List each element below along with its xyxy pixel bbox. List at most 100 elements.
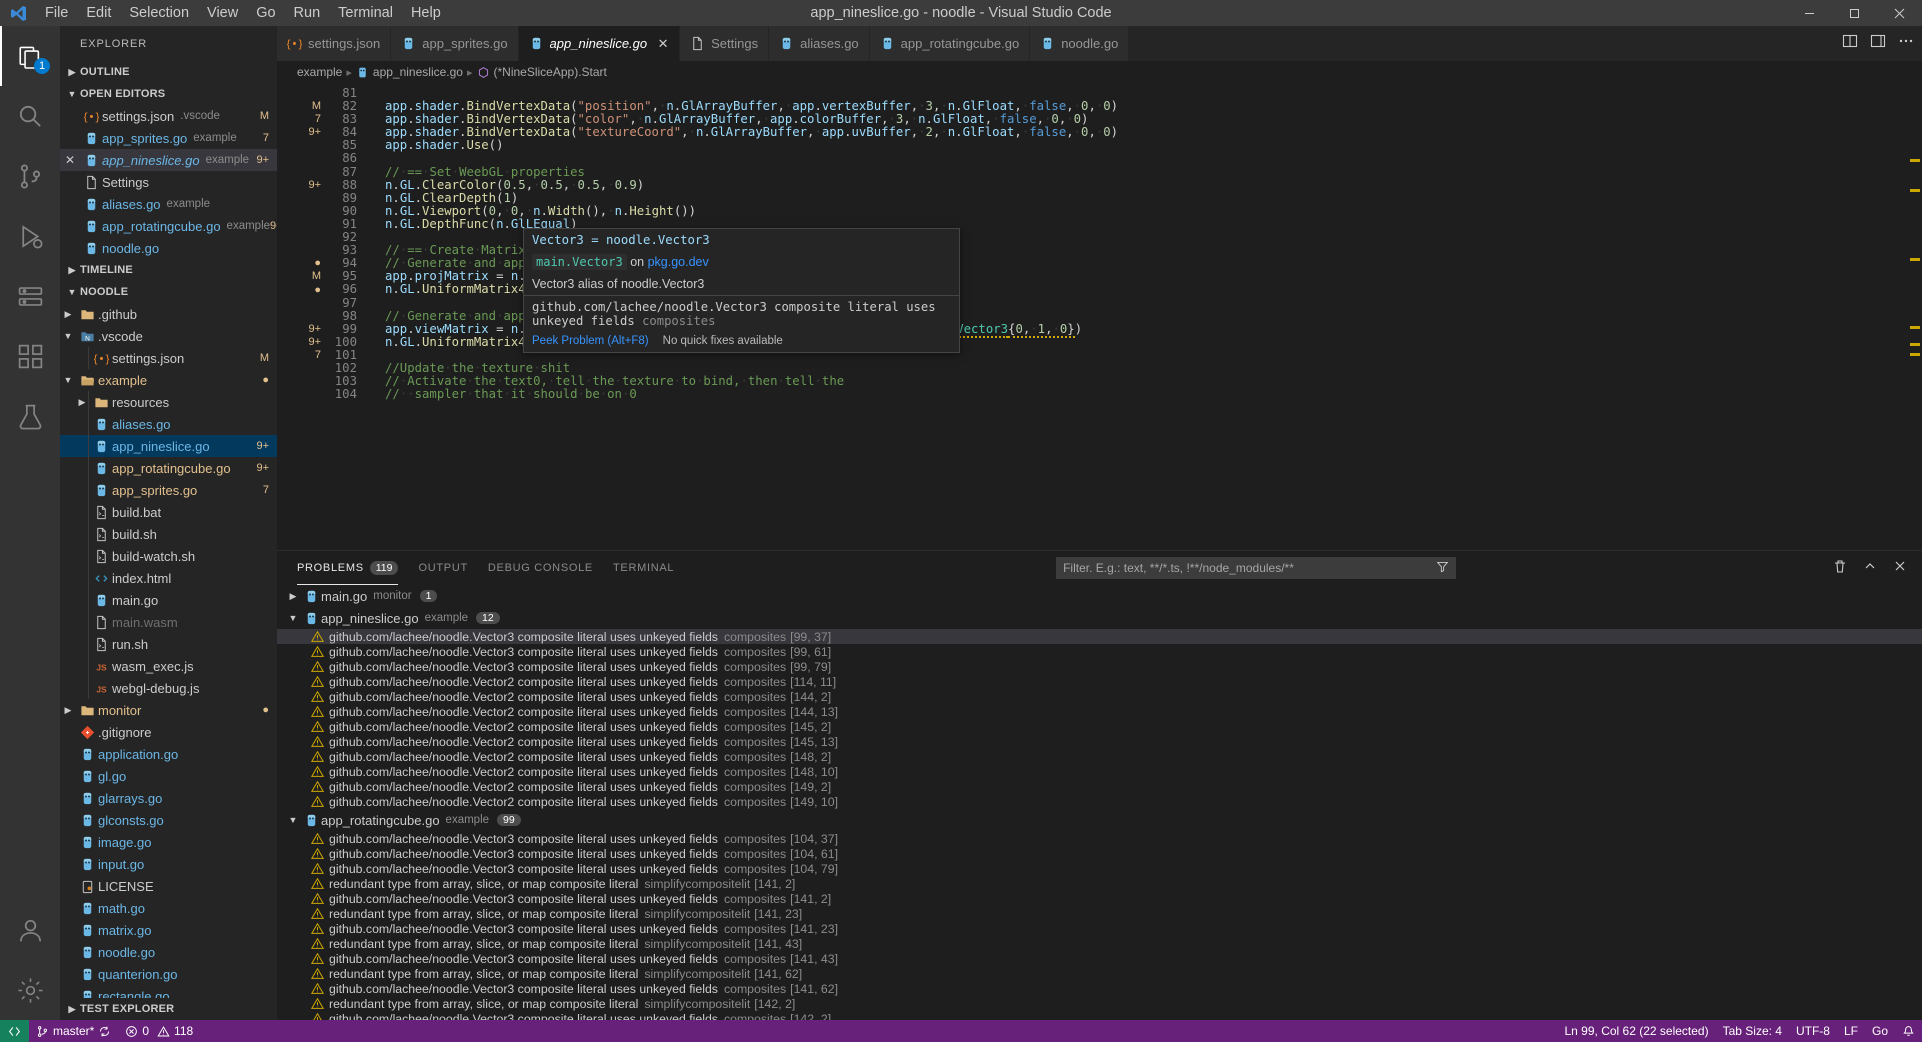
problem-row[interactable]: github.com/lachee/noodle.Vector3 composi… — [277, 831, 1922, 846]
tree-file-license[interactable]: LICENSE — [60, 875, 277, 897]
panel-tab-output[interactable]: OUTPUT — [418, 551, 467, 585]
tree-folder-resources[interactable]: ▶ resources — [60, 391, 277, 413]
filter-icon[interactable] — [1436, 560, 1449, 576]
problem-group-app-rotatingcube-go[interactable]: ▼ app_rotatingcube.go example 99 — [277, 809, 1922, 831]
menu-run[interactable]: Run — [285, 0, 330, 26]
tab-noodle-go[interactable]: noodle.go — [1030, 26, 1130, 61]
clear-problems-icon[interactable] — [1832, 558, 1848, 579]
problem-row[interactable]: github.com/lachee/noodle.Vector2 composi… — [277, 719, 1922, 734]
tree-file-matrix-go[interactable]: matrix.go — [60, 919, 277, 941]
tree-folder-example[interactable]: ▼ example ● — [60, 369, 277, 391]
tab-app-nineslice-go[interactable]: app_nineslice.go ✕ — [518, 26, 681, 61]
close-editor-icon[interactable]: ✕ — [60, 153, 80, 167]
more-actions-icon[interactable] — [1898, 33, 1914, 54]
tab-app-sprites-go[interactable]: app_sprites.go — [391, 26, 519, 61]
tree-file-app-sprites-go[interactable]: app_sprites.go 7 — [60, 479, 277, 501]
tab-aliases-go[interactable]: aliases.go — [769, 26, 870, 61]
tree-file-main-wasm[interactable]: main.wasm — [60, 611, 277, 633]
chevron-down-icon[interactable]: ▼ — [285, 613, 301, 623]
activity-accounts-icon[interactable] — [0, 900, 60, 960]
problem-row[interactable]: github.com/lachee/noodle.Vector3 composi… — [277, 861, 1922, 876]
breadcrumb[interactable]: example ▸ app_nineslice.go ▸ (*NineSlice… — [277, 61, 1922, 83]
activity-testing-icon[interactable] — [0, 386, 60, 446]
problem-row[interactable]: github.com/lachee/noodle.Vector3 composi… — [277, 629, 1922, 644]
tree-file-app-rotatingcube-go[interactable]: app_rotatingcube.go 9+ — [60, 457, 277, 479]
tree-file-wasm-exec-js[interactable]: JS wasm_exec.js — [60, 655, 277, 677]
menu-go[interactable]: Go — [247, 0, 284, 26]
problem-row[interactable]: github.com/lachee/noodle.Vector3 composi… — [277, 981, 1922, 996]
close-button[interactable] — [1877, 0, 1922, 26]
tab-app-rotatingcube-go[interactable]: app_rotatingcube.go — [869, 26, 1031, 61]
editor-scrollbar[interactable] — [1908, 83, 1922, 550]
chevron-right-icon[interactable]: ▶ — [60, 309, 76, 320]
problem-group-app-nineslice-go[interactable]: ▼ app_nineslice.go example 12 — [277, 607, 1922, 629]
menu-file[interactable]: File — [36, 0, 77, 26]
panel-tab-debug-console[interactable]: DEBUG CONSOLE — [488, 551, 593, 585]
breadcrumb-item-file[interactable]: app_nineslice.go — [356, 65, 463, 79]
tab-close-icon[interactable]: ✕ — [657, 36, 669, 52]
tree-file-glconsts-go[interactable]: glconsts.go — [60, 809, 277, 831]
tree-file-webgl-debug-js[interactable]: JS webgl-debug.js — [60, 677, 277, 699]
tree-file-math-go[interactable]: math.go — [60, 897, 277, 919]
activity-source-control-icon[interactable] — [0, 146, 60, 206]
layout-icon[interactable] — [1870, 33, 1886, 54]
status-eol[interactable]: LF — [1837, 1020, 1865, 1042]
tree-file-glarrays-go[interactable]: glarrays.go — [60, 787, 277, 809]
panel-tab-problems[interactable]: PROBLEMS 119 — [297, 551, 399, 585]
section-timeline[interactable]: ▶ TIMELINE — [60, 259, 277, 281]
problem-row[interactable]: redundant type from array, slice, or map… — [277, 936, 1922, 951]
open-editor-app_sprites-go[interactable]: app_sprites.go example 7 — [60, 127, 277, 149]
problem-row[interactable]: redundant type from array, slice, or map… — [277, 996, 1922, 1011]
tree-file-rectangle-go[interactable]: rectangle.go — [60, 985, 277, 998]
tree-file-aliases-go[interactable]: aliases.go — [60, 413, 277, 435]
chevron-down-icon[interactable]: ▼ — [60, 375, 76, 385]
problem-row[interactable]: github.com/lachee/noodle.Vector2 composi… — [277, 734, 1922, 749]
tree-file-noodle-go[interactable]: noodle.go — [60, 941, 277, 963]
activity-remote-explorer-icon[interactable] — [0, 266, 60, 326]
problem-row[interactable]: github.com/lachee/noodle.Vector3 composi… — [277, 891, 1922, 906]
problem-row[interactable]: github.com/lachee/noodle.Vector2 composi… — [277, 764, 1922, 779]
problems-filter-input[interactable]: Filter. E.g.: text, **/*.ts, !**/node_mo… — [1056, 557, 1457, 579]
tree-file-input-go[interactable]: input.go — [60, 853, 277, 875]
maximize-panel-icon[interactable] — [1862, 558, 1878, 579]
tree-file-index-html[interactable]: index.html — [60, 567, 277, 589]
tree-file-main-go[interactable]: main.go — [60, 589, 277, 611]
chevron-right-icon[interactable]: ▶ — [60, 705, 76, 716]
breadcrumb-item-symbol[interactable]: (*NineSliceApp).Start — [477, 65, 607, 79]
open-editor-Settings[interactable]: Settings — [60, 171, 277, 193]
open-editor-aliases-go[interactable]: aliases.go example — [60, 193, 277, 215]
problem-row[interactable]: redundant type from array, slice, or map… — [277, 966, 1922, 981]
tree-file-image-go[interactable]: image.go — [60, 831, 277, 853]
problem-row[interactable]: github.com/lachee/noodle.Vector2 composi… — [277, 779, 1922, 794]
minimize-button[interactable] — [1787, 0, 1832, 26]
menu-edit[interactable]: Edit — [77, 0, 120, 26]
tree-file-app-nineslice-go[interactable]: app_nineslice.go 9+ — [60, 435, 277, 457]
section-noodle[interactable]: ▼ NOODLE — [60, 281, 277, 303]
maximize-button[interactable] — [1832, 0, 1877, 26]
peek-problem-link[interactable]: Peek Problem (Alt+F8) — [532, 335, 649, 347]
status-notifications[interactable] — [1895, 1020, 1922, 1042]
chevron-down-icon[interactable]: ▼ — [60, 331, 76, 341]
breadcrumb-item-folder[interactable]: example — [297, 65, 342, 79]
activity-explorer-icon[interactable]: 1 — [0, 26, 60, 86]
menu-view[interactable]: View — [198, 0, 247, 26]
tree-file-build-watch-sh[interactable]: build-watch.sh — [60, 545, 277, 567]
menu-terminal[interactable]: Terminal — [329, 0, 402, 26]
status-branch[interactable]: master* — [29, 1020, 118, 1042]
menu-help[interactable]: Help — [402, 0, 450, 26]
activity-manage-settings-icon[interactable] — [0, 960, 60, 1020]
status-remote-indicator[interactable] — [0, 1020, 29, 1042]
menu-bar[interactable]: File Edit Selection View Go Run Terminal… — [36, 0, 450, 26]
tree-folder--vscode[interactable]: ▼ N .vscode — [60, 325, 277, 347]
status-problems[interactable]: 0 118 — [118, 1020, 200, 1042]
tree-file-build-bat[interactable]: build.bat — [60, 501, 277, 523]
tree-folder--github[interactable]: ▶ .github — [60, 303, 277, 325]
split-editor-icon[interactable] — [1842, 33, 1858, 54]
tree-folder-monitor[interactable]: ▶ monitor ● — [60, 699, 277, 721]
problem-row[interactable]: github.com/lachee/noodle.Vector2 composi… — [277, 674, 1922, 689]
panel-tab-terminal[interactable]: TERMINAL — [613, 551, 674, 585]
open-editor-app_rotatingcube-go[interactable]: app_rotatingcube.go example9+ — [60, 215, 277, 237]
tree-file-build-sh[interactable]: build.sh — [60, 523, 277, 545]
tree-file-run-sh[interactable]: run.sh — [60, 633, 277, 655]
problem-row[interactable]: github.com/lachee/noodle.Vector3 composi… — [277, 644, 1922, 659]
